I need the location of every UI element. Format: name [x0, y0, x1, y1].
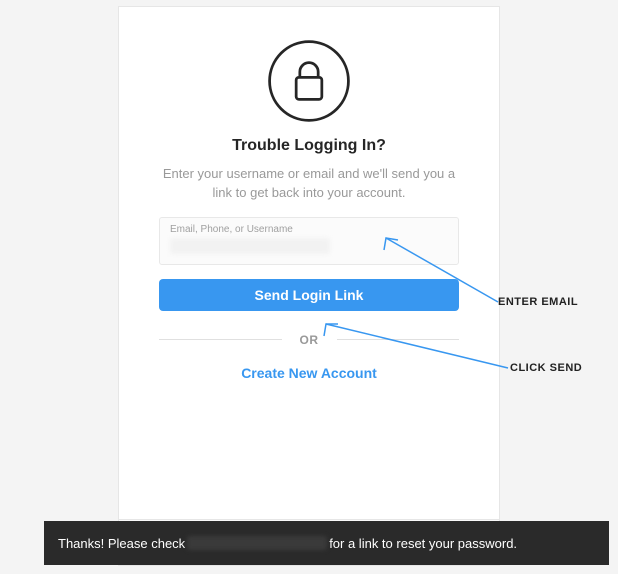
page-subtitle: Enter your username or email and we'll s…: [119, 165, 499, 203]
email-field-wrap: Email, Phone, or Username: [159, 217, 459, 265]
or-label: OR: [282, 333, 337, 347]
toast-text-suffix: for a link to reset your password.: [329, 536, 517, 551]
lock-icon: [265, 37, 353, 125]
page-title: Trouble Logging In?: [119, 137, 499, 155]
divider-line-left: [159, 339, 282, 340]
toast-notification: Thanks! Please check for a link to reset…: [44, 521, 609, 565]
toast-email-redacted: [187, 536, 327, 550]
send-button-wrap: Send Login Link: [159, 279, 459, 311]
divider-line-right: [337, 339, 460, 340]
annotation-click-send: CLICK SEND: [510, 362, 582, 374]
email-field[interactable]: Email, Phone, or Username: [159, 217, 459, 265]
send-login-link-button[interactable]: Send Login Link: [159, 279, 459, 311]
create-account-link[interactable]: Create New Account: [119, 365, 499, 381]
annotation-enter-email: ENTER EMAIL: [498, 296, 578, 308]
lock-icon-wrap: [119, 7, 499, 125]
or-divider: OR: [159, 333, 459, 347]
toast-text-prefix: Thanks! Please check: [58, 536, 185, 551]
email-field-label: Email, Phone, or Username: [170, 224, 448, 235]
reset-card: Trouble Logging In? Enter your username …: [118, 6, 500, 566]
email-field-value-redacted: [170, 238, 330, 254]
